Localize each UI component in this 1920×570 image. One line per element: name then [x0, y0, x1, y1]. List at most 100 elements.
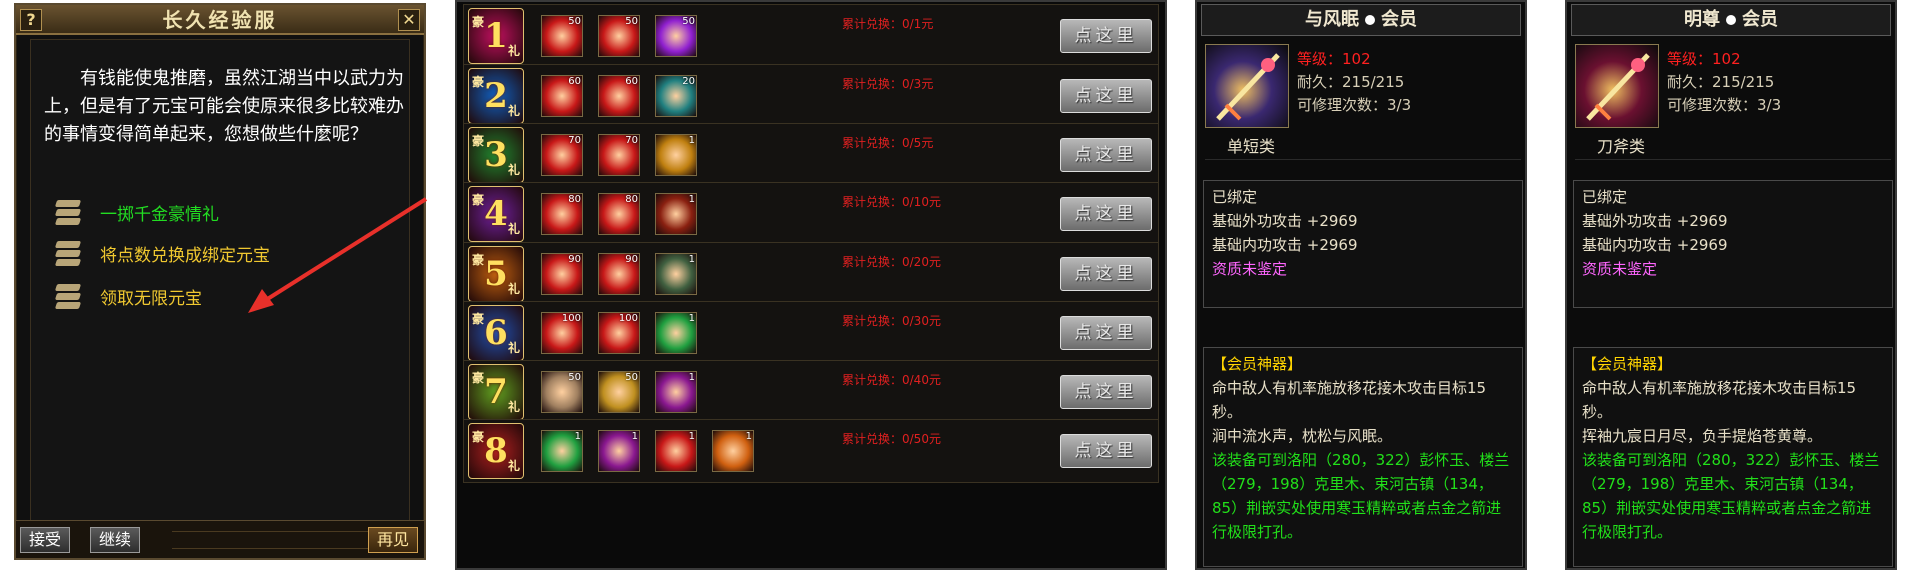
tier-number: 5 — [484, 254, 508, 294]
redeem-button[interactable]: 点这里 — [1060, 257, 1152, 291]
quality-status: 资质未鉴定 — [1582, 260, 1658, 278]
cyan-gem-icon[interactable]: 20 — [655, 75, 697, 117]
close-button[interactable]: ✕ — [398, 9, 420, 31]
option-luxury-gift[interactable]: 一掷千金豪情礼 — [54, 197, 219, 227]
red-fireworks-icon[interactable]: 80 — [541, 193, 583, 235]
red-fireworks-icon[interactable]: 80 — [598, 193, 640, 235]
scroll-paper-icon[interactable]: 50 — [541, 371, 583, 413]
red-fireworks-icon[interactable]: 70 — [598, 134, 640, 176]
gold-token-icon[interactable]: 1 — [655, 371, 697, 413]
item-count: 70 — [625, 135, 638, 146]
redeem-button[interactable]: 点这里 — [1060, 197, 1152, 231]
red-fireworks-icon[interactable]: 90 — [541, 253, 583, 295]
item-count: 90 — [625, 254, 638, 265]
badge-caption: 豪 — [472, 134, 485, 148]
redeem-button[interactable]: 点这里 — [1060, 375, 1152, 409]
spirit-mask-icon[interactable]: 1 — [655, 253, 697, 295]
red-fireworks-icon[interactable]: 1 — [655, 430, 697, 472]
reward-row: 豪 7 礼 50 50 1 累计兑换：0/40元 点这里 — [463, 360, 1159, 424]
item-name-header: 与风眠 会员 — [1201, 4, 1521, 36]
tier-number: 7 — [484, 372, 508, 412]
scroll-icon — [54, 197, 82, 227]
option-claim-ingots[interactable]: 领取无限元宝 — [54, 281, 202, 311]
tier-badge-icon: 豪1礼 — [468, 8, 524, 64]
redeem-progress: 累计兑换：0/30元 — [842, 314, 941, 328]
footer-divider — [172, 531, 368, 549]
red-fireworks-icon[interactable]: 60 — [598, 75, 640, 117]
separator-dot-icon — [1726, 15, 1736, 25]
external-attack: 基础外功攻击 +2969 — [1212, 212, 1358, 230]
redeem-button[interactable]: 点这里 — [1060, 316, 1152, 350]
level-requirement: 等级：102 — [1667, 50, 1741, 68]
red-arrow-annotation — [248, 197, 428, 313]
continue-button[interactable]: 继续 — [90, 527, 141, 553]
option-exchange-points[interactable]: 将点数兑换成绑定元宝 — [54, 238, 270, 268]
redeem-button[interactable]: 点这里 — [1060, 434, 1152, 468]
quality-status: 资质未鉴定 — [1212, 260, 1288, 278]
redeem-button[interactable]: 点这里 — [1060, 138, 1152, 172]
item-effect: 命中敌人有机率施放移花接木攻击目标15秒。 — [1212, 379, 1487, 421]
item-count: 50 — [625, 16, 638, 27]
redeem-progress: 累计兑换：0/40元 — [842, 373, 941, 387]
badge-caption: 礼 — [507, 44, 520, 58]
attributes-box: 已绑定 基础外功攻击 +2969 基础内功攻击 +2969 资质未鉴定 — [1203, 180, 1523, 308]
item-name-header: 明尊 会员 — [1571, 4, 1891, 36]
goodbye-button[interactable]: 再见 — [367, 527, 418, 553]
redeem-button[interactable]: 点这里 — [1060, 79, 1152, 113]
accept-button[interactable]: 接受 — [20, 527, 71, 553]
red-fireworks-icon[interactable]: 50 — [598, 15, 640, 57]
gold-token-icon[interactable]: 1 — [598, 430, 640, 472]
socket-info: 该装备可到洛阳（280，322）彭怀玉、楼兰（279，198）克里木、束河古镇（… — [1582, 451, 1880, 541]
npc-dialog: 长久经验服 ? ✕ 有钱能使鬼推磨，虽然江湖当中以武力为上，但是有了元宝可能会使… — [14, 3, 428, 560]
red-fireworks-icon[interactable]: 100 — [598, 312, 640, 354]
item-name: 明尊 — [1684, 9, 1720, 30]
level-requirement: 等级：102 — [1297, 50, 1371, 68]
red-fireworks-icon[interactable]: 100 — [541, 312, 583, 354]
item-count: 1 — [688, 254, 695, 265]
card-bundle-icon[interactable]: 50 — [598, 371, 640, 413]
redeem-button[interactable]: 点这里 — [1060, 19, 1152, 53]
tier-badge-icon: 豪5礼 — [468, 246, 524, 302]
red-pouch-icon[interactable]: 1 — [541, 430, 583, 472]
item-count: 60 — [568, 76, 581, 87]
dragon-emblem-icon[interactable]: 1 — [655, 193, 697, 235]
red-fireworks-icon[interactable]: 70 — [541, 134, 583, 176]
scroll-icon — [54, 281, 82, 311]
red-fireworks-icon[interactable]: 90 — [598, 253, 640, 295]
badge-caption: 豪 — [472, 15, 485, 29]
red-fireworks-icon[interactable]: 60 — [541, 75, 583, 117]
item-count: 80 — [625, 194, 638, 205]
scroll-icon — [54, 238, 82, 268]
socket-info: 该装备可到洛阳（280，322）彭怀玉、楼兰（279，198）克里木、束河古镇（… — [1212, 451, 1510, 541]
flavor-text: 挥袖九宸日月尽，负手提焰苍黄尊。 — [1582, 427, 1823, 445]
badge-caption: 豪 — [472, 430, 485, 444]
item-count: 50 — [568, 372, 581, 383]
item-count: 1 — [631, 431, 638, 442]
gift-box-icon[interactable]: 1 — [712, 430, 754, 472]
tier-number: 2 — [484, 76, 508, 116]
red-fireworks-icon[interactable]: 50 — [541, 15, 583, 57]
reward-tier-list: 豪 1 礼 50 50 50 累计兑换：0/1元 点这里豪 2 礼 60 60 20 累计兑换：0/3元点… — [455, 0, 1167, 570]
item-count: 70 — [568, 135, 581, 146]
redeem-progress: 累计兑换：0/5元 — [842, 136, 934, 150]
golden-egg-icon[interactable]: 1 — [655, 134, 697, 176]
option-label: 领取无限元宝 — [100, 288, 202, 309]
set-title: 【会员神器】 — [1212, 355, 1303, 373]
weapon-icon — [1575, 44, 1659, 128]
tier-badge-icon: 豪4礼 — [468, 186, 524, 242]
item-count: 100 — [618, 313, 638, 324]
dialog-footer: 接受 继续 再见 — [16, 520, 424, 558]
purple-orb-icon[interactable]: 50 — [655, 15, 697, 57]
badge-caption: 豪 — [472, 193, 485, 207]
red-pouch-icon[interactable]: 1 — [655, 312, 697, 354]
tier-badge-icon: 豪3礼 — [468, 127, 524, 183]
badge-caption: 礼 — [507, 341, 520, 355]
option-label: 一掷千金豪情礼 — [100, 204, 219, 225]
help-button[interactable]: ? — [20, 9, 42, 31]
tier-number: 4 — [484, 194, 508, 234]
separator-dot-icon — [1365, 15, 1375, 25]
badge-caption: 礼 — [507, 400, 520, 414]
badge-caption: 豪 — [472, 312, 485, 326]
reward-row: 豪 5 礼 90 90 1 累计兑换：0/20元 点这里 — [463, 242, 1159, 306]
item-count: 1 — [688, 135, 695, 146]
